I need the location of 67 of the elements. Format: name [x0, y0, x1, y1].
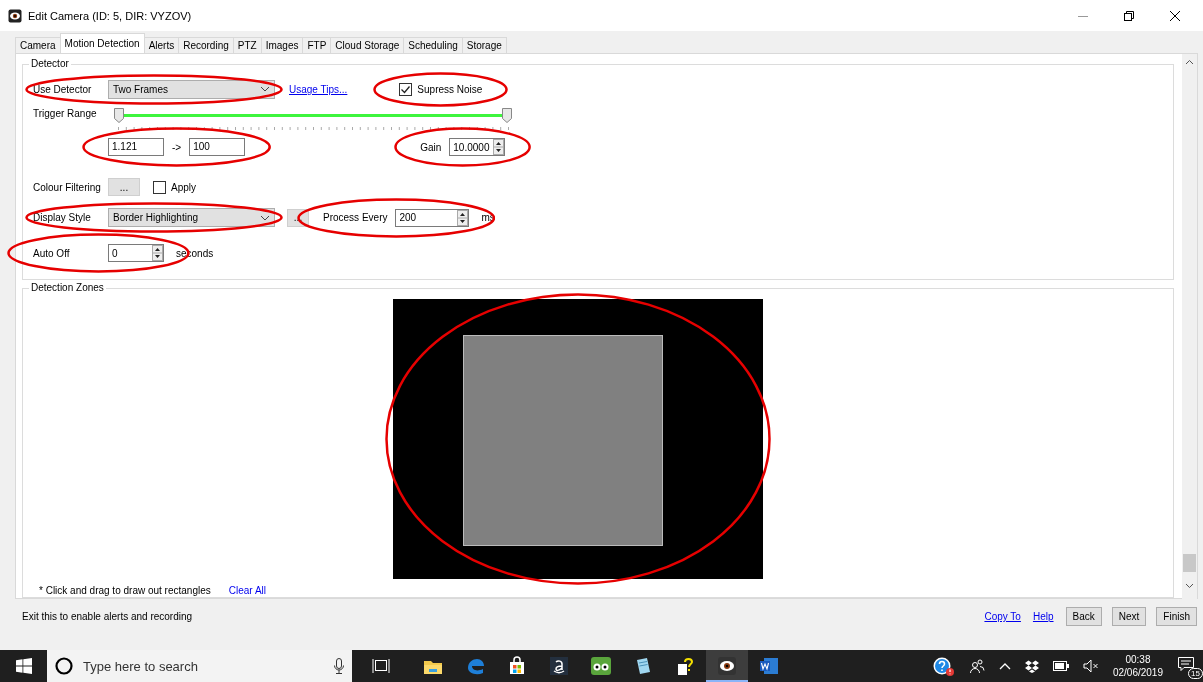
group-title: Detector — [29, 58, 71, 70]
field-label: Display Style — [33, 212, 92, 224]
battery-icon[interactable] — [1052, 661, 1069, 671]
spin-box[interactable]: 0 — [108, 244, 164, 263]
chevron-up-icon[interactable] — [998, 662, 1011, 670]
checkbox-label: Apply — [171, 181, 196, 193]
clock[interactable]: 00:38 02/06/2019 — [1112, 653, 1163, 679]
clear-all-link[interactable]: Clear All — [228, 585, 266, 597]
spin-box[interactable]: 10.0000 — [449, 138, 506, 157]
people-icon[interactable] — [968, 658, 985, 674]
field-label: Gain — [420, 141, 442, 153]
field-label: Use Detector — [33, 83, 93, 95]
tab[interactable]: Camera — [15, 37, 61, 54]
field-label: Process Every — [323, 212, 388, 224]
search-box[interactable]: Type here to search — [47, 650, 352, 682]
dropdown[interactable]: Border Highlighting — [108, 208, 275, 228]
footer-button[interactable]: Back — [1065, 607, 1102, 627]
tab[interactable]: Scheduling — [403, 37, 463, 54]
status-message: Exit this to enable alerts and recording — [22, 611, 193, 623]
cortana-circle-icon — [55, 657, 73, 675]
restore-icon[interactable] — [1123, 9, 1135, 22]
clock-time: 00:38 — [1125, 653, 1151, 666]
tab[interactable]: Recording — [178, 37, 234, 54]
window-title: Edit Camera (ID: 5, DIR: VYZOV) — [28, 9, 192, 22]
hint-text: * Click and drag to draw out rectangles — [39, 585, 211, 597]
field-label: Trigger Range — [33, 108, 98, 120]
eye-icon[interactable] — [706, 650, 748, 682]
ellipsis-button[interactable]: ... — [108, 178, 140, 197]
camera-eye-icon — [8, 8, 22, 23]
help-alert-icon[interactable] — [932, 656, 955, 676]
windows-logo-icon — [15, 658, 32, 674]
tab[interactable]: Cloud Storage — [330, 37, 405, 54]
task-view-icon[interactable] — [372, 658, 390, 674]
spin-arrows-icon — [152, 245, 163, 262]
footer-button[interactable]: Next — [1111, 607, 1147, 627]
search-field[interactable]: Type here to search — [81, 657, 326, 675]
tab[interactable]: Storage — [461, 37, 507, 54]
clock-date: 02/06/2019 — [1112, 666, 1163, 679]
range-arrow-text: -> — [172, 141, 182, 153]
checkbox[interactable] — [153, 180, 166, 194]
group-title: Detection Zones — [29, 282, 106, 294]
chevron-down-icon — [260, 214, 270, 221]
microphone-icon — [334, 658, 344, 674]
slider-thumb[interactable] — [114, 108, 124, 124]
input-field[interactable]: 1.121 — [108, 138, 164, 157]
input-field[interactable]: 100 — [189, 138, 246, 157]
footer-link[interactable]: Help — [1032, 611, 1054, 623]
tab[interactable]: Motion Detection — [59, 33, 145, 54]
close-icon[interactable] — [1169, 9, 1181, 22]
notification-icon[interactable] — [1177, 656, 1195, 672]
spin-arrows-icon — [457, 209, 469, 226]
notification-count-badge: 15 — [1188, 668, 1203, 679]
spin-arrows-icon — [493, 139, 505, 156]
footer-button[interactable]: Finish — [1156, 607, 1197, 627]
footer-link[interactable]: Copy To — [984, 611, 1021, 623]
dropbox-icon[interactable] — [1024, 659, 1039, 673]
usage-tips-link[interactable]: Usage Tips... — [289, 83, 348, 95]
chevron-down-icon — [260, 86, 270, 93]
spin-box[interactable]: 200 — [395, 208, 470, 227]
slider-thumb[interactable] — [502, 108, 512, 124]
checkbox[interactable] — [399, 82, 413, 96]
checkbox-label: Supress Noise — [417, 83, 483, 95]
field-label: Auto Off — [33, 247, 71, 259]
dropdown[interactable]: Two Frames — [108, 79, 275, 99]
tab[interactable]: Images — [260, 37, 304, 54]
field-label: Colour Filtering — [33, 181, 102, 193]
speaker-muted-icon[interactable] — [1082, 659, 1099, 673]
